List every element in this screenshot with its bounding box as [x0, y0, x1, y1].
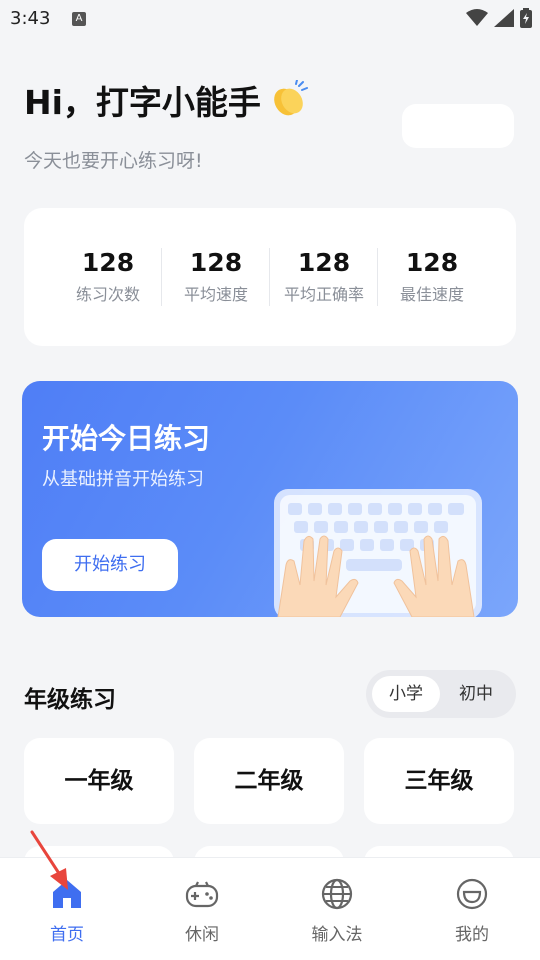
- battery-icon: [520, 8, 532, 28]
- stats-card: 128 练习次数 128 平均速度 128 平均正确率 128 最佳速度: [24, 208, 516, 346]
- wifi-icon: [466, 9, 488, 26]
- stat-average-speed: 128 平均速度: [162, 248, 270, 305]
- grade-card-first[interactable]: 一年级: [24, 738, 174, 824]
- clapping-hands-icon: [274, 80, 308, 116]
- stat-practice-count: 128 练习次数: [54, 248, 162, 305]
- status-time: 3:43: [10, 8, 51, 29]
- stat-value: 128: [189, 248, 243, 277]
- greeting-title: Hi，打字小能手: [24, 76, 309, 124]
- signal-icon: [494, 9, 514, 27]
- stat-value: 128: [297, 248, 351, 277]
- toggle-middle-school[interactable]: 初中: [442, 676, 510, 712]
- status-bar: 3:43 A: [0, 0, 540, 38]
- toggle-primary-school[interactable]: 小学: [372, 676, 440, 712]
- greeting-subtitle: 今天也要开心练习呀!: [24, 150, 203, 172]
- pointer-arrow-icon: [30, 830, 68, 890]
- stat-average-accuracy: 128 平均正确率: [270, 248, 378, 305]
- greeting-text: Hi，打字小能手: [24, 83, 261, 122]
- stat-label: 平均正确率: [283, 285, 364, 304]
- gamepad-icon: [185, 881, 219, 908]
- grade-practice-title: 年级练习: [24, 687, 116, 713]
- status-icons: [466, 8, 532, 28]
- daily-practice-banner: 开始今日练习 从基础拼音开始练习 开始练习: [22, 381, 518, 617]
- grade-card-second[interactable]: 二年级: [194, 738, 344, 824]
- smile-icon: [456, 878, 488, 910]
- stat-value: 128: [405, 248, 459, 277]
- level-toggle: 小学 初中: [366, 670, 516, 718]
- nav-input-method[interactable]: 输入法: [292, 876, 382, 945]
- nav-home-label: 首页: [50, 925, 84, 945]
- nav-input-method-label: 输入法: [311, 925, 363, 945]
- top-right-pill[interactable]: [402, 104, 514, 148]
- nav-leisure[interactable]: 休闲: [157, 876, 247, 945]
- globe-icon: [321, 878, 353, 910]
- stat-value: 128: [81, 248, 135, 277]
- keyboard-illustration-icon: [274, 489, 482, 617]
- stat-best-speed: 128 最佳速度: [378, 248, 486, 305]
- start-practice-button[interactable]: 开始练习: [42, 539, 178, 591]
- nav-me[interactable]: 我的: [427, 876, 517, 945]
- banner-title: 开始今日练习: [42, 422, 211, 455]
- notification-a-icon: A: [72, 12, 86, 26]
- stat-label: 平均速度: [183, 285, 248, 304]
- stat-label: 最佳速度: [399, 285, 464, 304]
- banner-subtitle: 从基础拼音开始练习: [42, 469, 204, 490]
- nav-me-label: 我的: [455, 925, 489, 945]
- stat-label: 练习次数: [75, 285, 140, 304]
- grade-card-third[interactable]: 三年级: [364, 738, 514, 824]
- nav-leisure-label: 休闲: [185, 925, 219, 945]
